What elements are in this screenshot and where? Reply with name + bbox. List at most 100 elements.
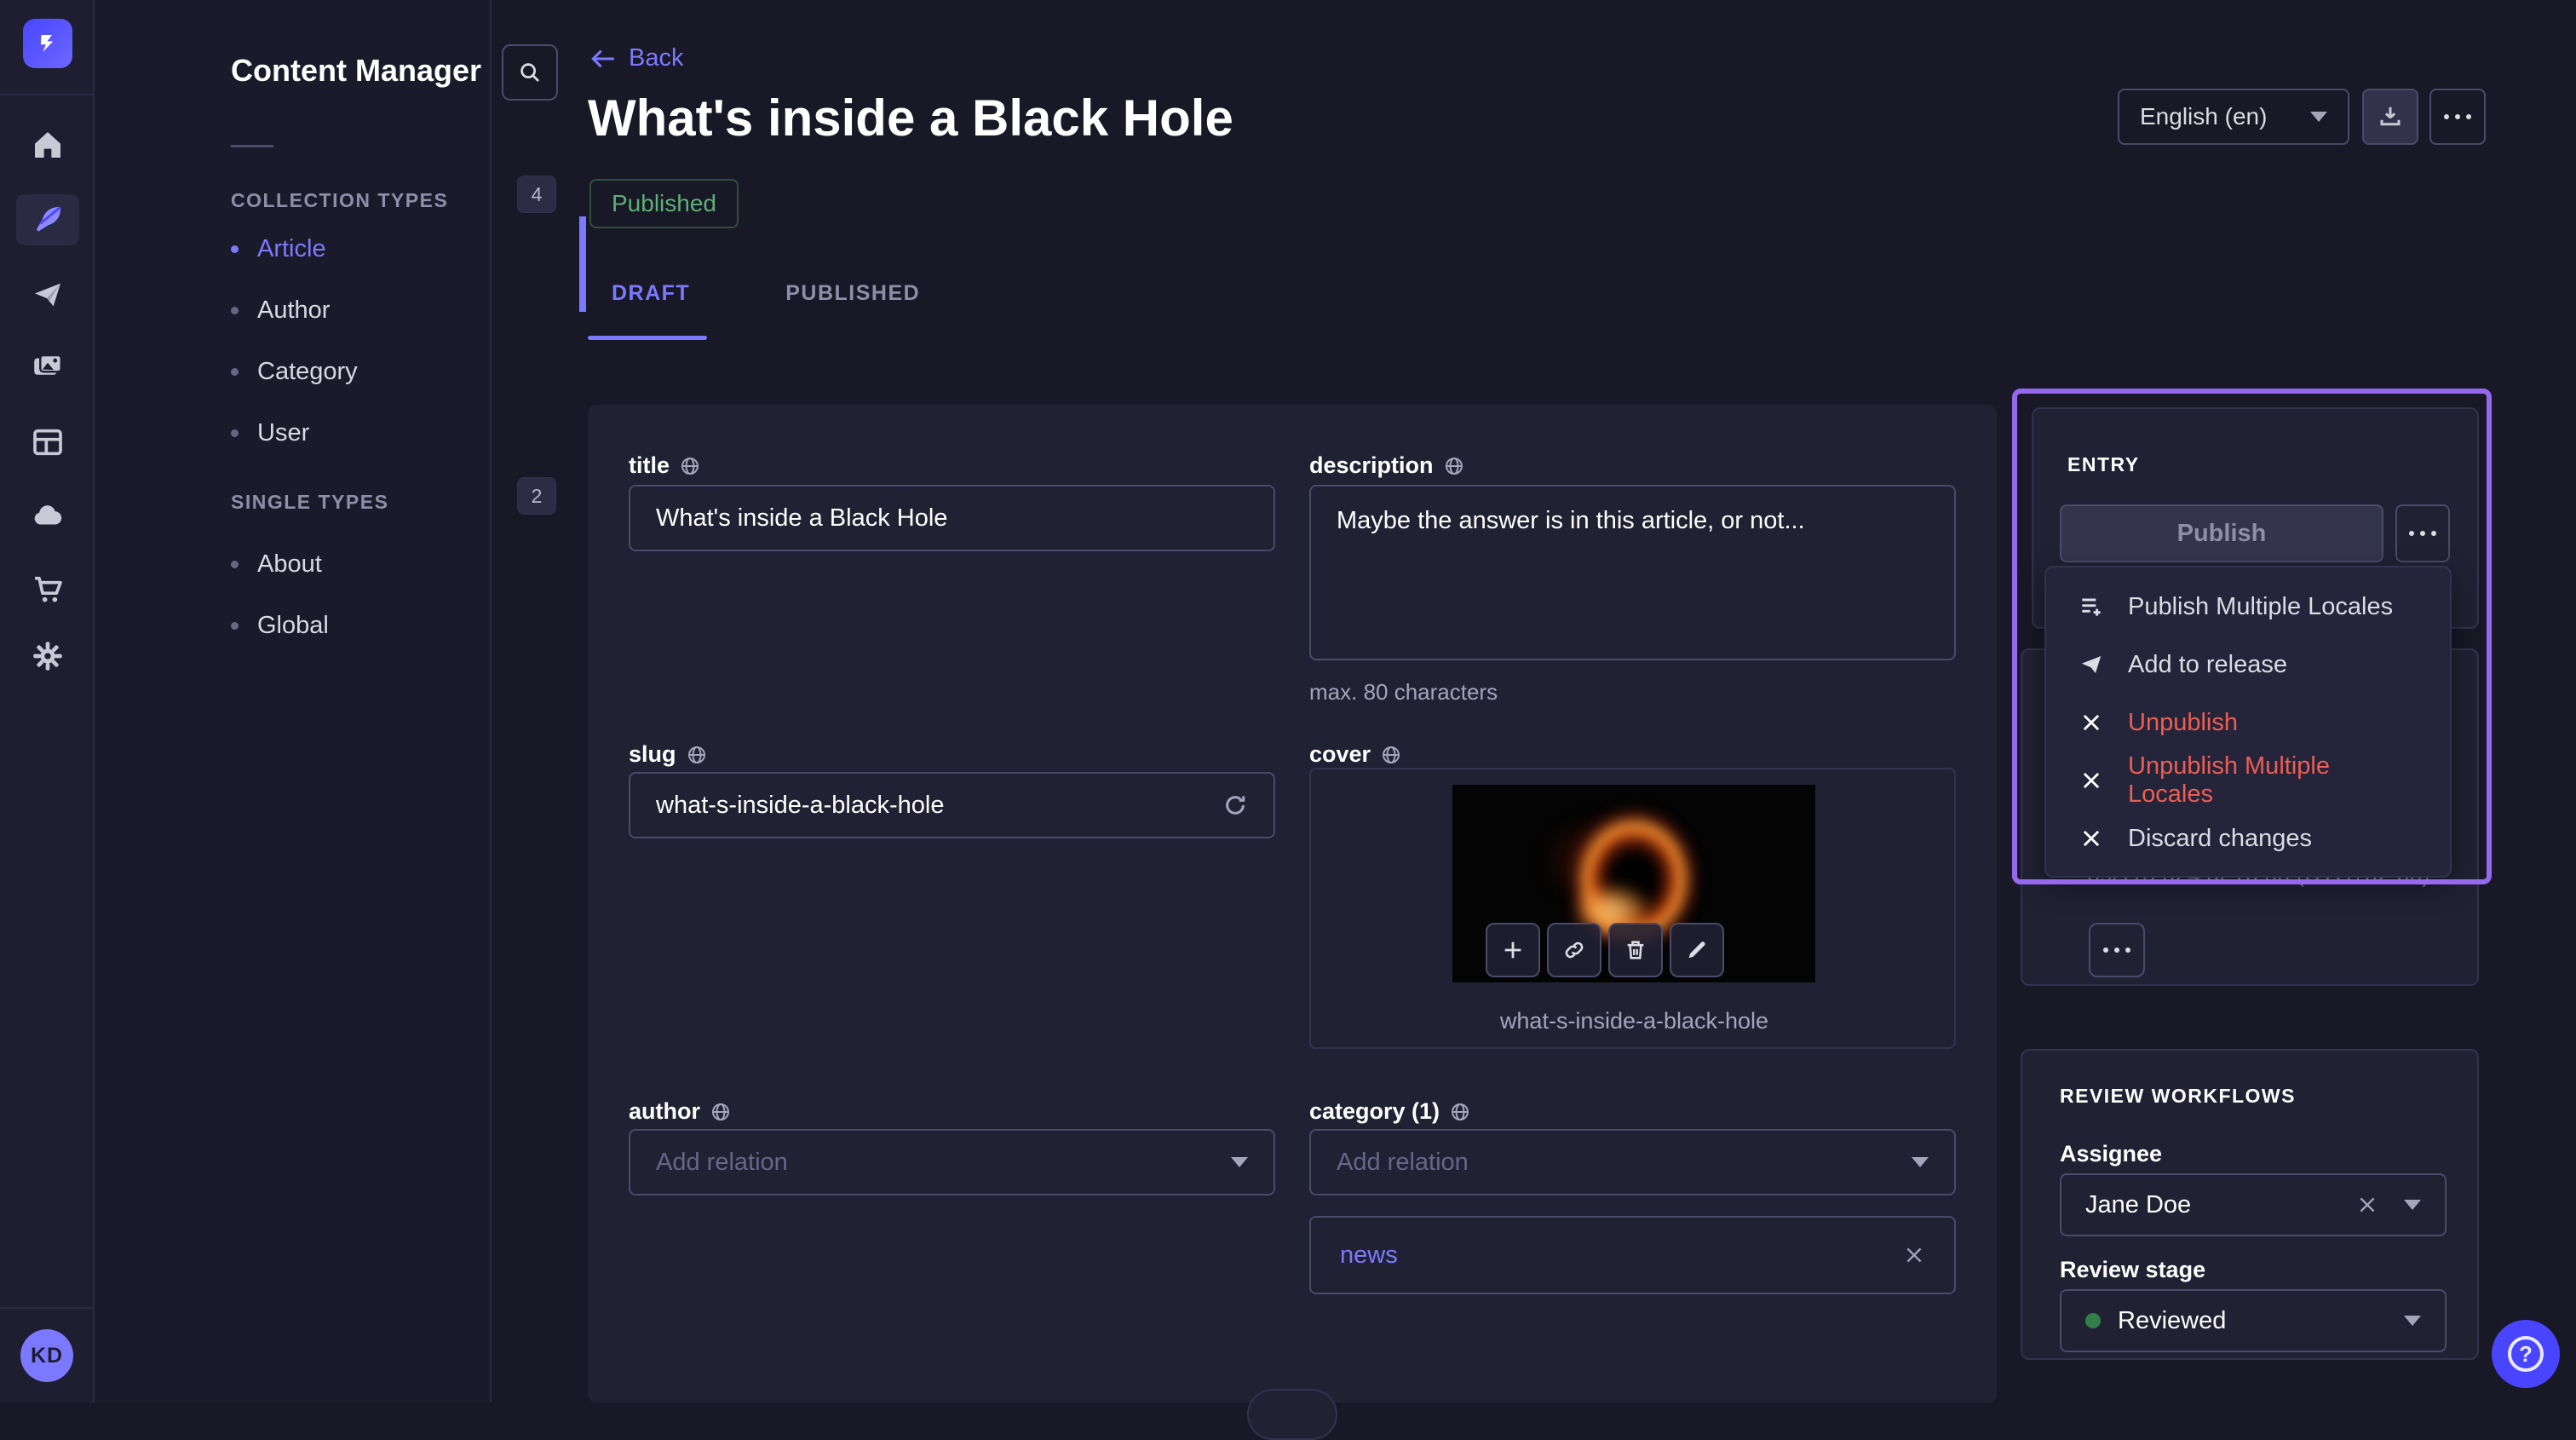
sidebar-divider (231, 145, 273, 147)
bullet-icon (231, 429, 239, 437)
chevron-down-icon (2310, 112, 2327, 122)
collapsed-component-button[interactable] (1247, 1389, 1337, 1440)
description-field-label: description (1309, 452, 1464, 479)
section-single-types: SINGLE TYPES (231, 491, 388, 514)
tab-active-underline (588, 336, 707, 340)
sidebar-item-about[interactable]: About (231, 533, 555, 595)
menu-item-label: Unpublish (2128, 709, 2238, 737)
add-media-button[interactable] (1486, 923, 1540, 977)
nav-rail: KD (0, 0, 95, 1403)
menu-item-discard-changes[interactable]: Discard changes (2046, 809, 2450, 867)
rail-item-media-library[interactable] (0, 340, 95, 395)
list-plus-icon (2077, 593, 2106, 620)
slug-input[interactable]: what-s-inside-a-black-hole (629, 772, 1275, 838)
more-icon (2103, 948, 2130, 953)
title-field-label: title (629, 452, 700, 479)
cross-icon (2077, 827, 2106, 850)
strapi-logo[interactable] (23, 19, 72, 68)
publish-button[interactable]: Publish (2060, 504, 2383, 562)
sidebar-item-label: About (257, 550, 322, 579)
locale-value: English (en) (2140, 103, 2267, 130)
search-button[interactable] (502, 44, 558, 101)
sidebar-item-user[interactable]: User (231, 402, 555, 464)
remove-tag-button[interactable] (1903, 1244, 1925, 1266)
header-more-button[interactable] (2429, 89, 2486, 145)
assignee-select[interactable]: Jane Doe (2060, 1173, 2447, 1236)
rail-item-releases[interactable] (0, 268, 95, 322)
scheduled-more-button[interactable] (2089, 923, 2145, 977)
paper-plane-icon (31, 278, 65, 312)
sidebar-title: Content Manager (231, 53, 481, 89)
review-stage-label: Review stage (2060, 1257, 2205, 1283)
single-types-count-badge: 2 (517, 477, 556, 515)
sidebar-item-label: Global (257, 612, 329, 640)
collection-types-count-badge: 4 (517, 176, 556, 213)
arrow-left-icon (591, 49, 615, 69)
chevron-down-icon (1912, 1157, 1929, 1167)
chevron-down-icon (2404, 1316, 2421, 1326)
assignee-value: Jane Doe (2085, 1191, 2191, 1219)
menu-item-unpublish[interactable]: Unpublish (2046, 694, 2450, 752)
entry-heading: ENTRY (2067, 453, 2140, 476)
download-button[interactable] (2362, 89, 2418, 145)
bullet-icon (231, 245, 239, 253)
menu-item-label: Add to release (2128, 651, 2287, 679)
category-relation-select[interactable]: Add relation (1309, 1129, 1956, 1195)
trash-icon (1624, 938, 1647, 962)
link-icon (1562, 938, 1586, 962)
tab-draft[interactable]: DRAFT (588, 281, 714, 306)
sidebar-item-category[interactable]: Category (231, 341, 555, 402)
rail-item-deploy[interactable] (0, 488, 95, 543)
strapi-logo-icon (35, 31, 60, 56)
menu-item-add-to-release[interactable]: Add to release (2046, 636, 2450, 694)
globe-icon (687, 745, 707, 765)
delete-media-button[interactable] (1608, 923, 1663, 977)
title-input-value: What's inside a Black Hole (656, 504, 947, 533)
rail-item-content-manager[interactable] (0, 193, 95, 247)
back-link[interactable]: Back (591, 44, 683, 72)
copy-link-button[interactable] (1547, 923, 1601, 977)
sidebar-item-label: User (257, 419, 309, 447)
rail-item-home[interactable] (0, 118, 95, 172)
download-icon (2378, 104, 2403, 130)
clear-icon[interactable] (2356, 1194, 2378, 1216)
cloud-icon (30, 498, 66, 533)
description-textarea[interactable]: Maybe the answer is in this article, or … (1309, 485, 1956, 660)
images-icon (30, 349, 66, 385)
edit-media-button[interactable] (1670, 923, 1724, 977)
avatar[interactable]: KD (20, 1329, 73, 1382)
rail-item-settings[interactable] (0, 629, 95, 683)
author-field-label: author (629, 1098, 731, 1125)
tab-published[interactable]: PUBLISHED (762, 281, 944, 306)
active-item-indicator (579, 216, 586, 312)
field-label-text: title (629, 452, 670, 479)
category-tag-row: news (1309, 1216, 1956, 1294)
gear-icon (31, 639, 65, 673)
regenerate-icon[interactable] (1222, 792, 1248, 818)
sidebar-item-article[interactable]: Article (231, 218, 555, 279)
rail-item-content-type-builder[interactable] (0, 415, 95, 469)
entry-more-button[interactable] (2395, 504, 2450, 562)
locale-select[interactable]: English (en) (2118, 89, 2349, 145)
bullet-icon (231, 561, 239, 568)
slug-input-value: what-s-inside-a-black-hole (656, 792, 944, 820)
title-input[interactable]: What's inside a Black Hole (629, 485, 1275, 551)
review-stage-select[interactable]: Reviewed (2060, 1289, 2447, 1352)
globe-icon (1450, 1102, 1470, 1122)
description-value: Maybe the answer is in this article, or … (1337, 507, 1805, 535)
content-manager-sidebar: Content Manager COLLECTION TYPES 4 Artic… (95, 0, 492, 1403)
rail-divider (0, 1307, 95, 1309)
paper-plane-icon (2077, 652, 2106, 677)
field-label-text: description (1309, 452, 1434, 479)
sidebar-item-author[interactable]: Author (231, 279, 555, 341)
rail-item-marketplace[interactable] (0, 562, 95, 617)
menu-item-unpublish-multiple-locales[interactable]: Unpublish Multiple Locales (2046, 752, 2450, 809)
category-tag-news[interactable]: news (1340, 1241, 1398, 1270)
page-title: What's inside a Black Hole (588, 89, 1233, 147)
help-button[interactable]: ? (2492, 1320, 2560, 1388)
back-label: Back (629, 44, 683, 72)
author-relation-select[interactable]: Add relation (629, 1129, 1275, 1195)
globe-icon (1444, 456, 1464, 476)
menu-item-publish-multiple-locales[interactable]: Publish Multiple Locales (2046, 578, 2450, 636)
sidebar-item-global[interactable]: Global (231, 595, 555, 656)
